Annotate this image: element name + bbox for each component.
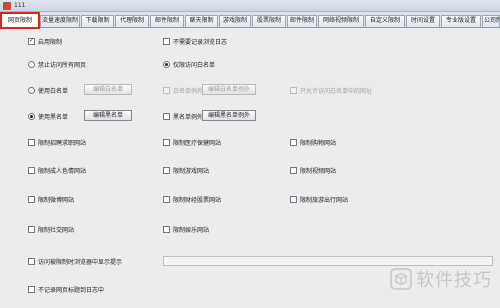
category-label: 限制招聘求职网站 — [38, 139, 87, 147]
tab-mail-limit-2[interactable]: 邮件限制 — [287, 15, 317, 27]
tab-time-settings[interactable]: 时间设置 — [406, 15, 440, 27]
category-item[interactable]: 限制医疗保健网站 — [163, 137, 221, 147]
checkbox[interactable] — [163, 37, 170, 45]
checkbox[interactable] — [28, 166, 35, 174]
use-whitelist-label: 使用白名单 — [38, 87, 69, 95]
edit-blacklist-exception-button[interactable]: 编辑黑名单例外 — [202, 110, 256, 121]
checkbox[interactable] — [290, 166, 297, 174]
checkbox[interactable] — [163, 86, 170, 94]
app-icon — [3, 2, 11, 10]
checkbox[interactable] — [28, 257, 35, 265]
use-blacklist-option[interactable]: 使用黑名单 — [28, 111, 68, 121]
checkbox[interactable] — [28, 138, 35, 146]
block-all-label: 禁止访问所有网页 — [38, 61, 87, 69]
radio-button[interactable] — [28, 60, 35, 68]
checkbox[interactable] — [163, 166, 170, 174]
tab-chat-limit[interactable]: 聊天限制 — [185, 15, 218, 27]
checkbox[interactable] — [290, 195, 297, 203]
edit-blacklist-button[interactable]: 编辑黑名单 — [84, 110, 132, 121]
category-item[interactable]: 限制微博网站 — [28, 194, 74, 204]
tab-stock-limit[interactable]: 股票限制 — [252, 15, 286, 27]
whitelist-exception-label: 白名单例外 — [173, 87, 204, 95]
checkbox[interactable] — [163, 138, 170, 146]
enable-limit-label: 启用限制 — [38, 38, 63, 46]
radio-button-selected[interactable] — [163, 60, 170, 68]
checkbox[interactable] — [28, 225, 35, 233]
blacklist-exception-option[interactable]: 黑名单例外 — [163, 111, 203, 121]
category-item[interactable]: 限制娱乐网站 — [163, 224, 209, 234]
radio-button-selected[interactable] — [28, 112, 35, 120]
checkbox[interactable] — [163, 112, 170, 120]
checkbox[interactable] — [163, 195, 170, 203]
tab-proxy-limit[interactable]: 代理限制 — [115, 15, 149, 27]
show-notice-option[interactable]: 访问被限制时浏览器中显示提示 — [28, 256, 122, 266]
category-item[interactable]: 限制游戏网站 — [163, 165, 209, 175]
category-label: 限制财经股票网站 — [173, 196, 222, 204]
checkbox[interactable] — [28, 285, 35, 293]
category-label: 限制视频网站 — [300, 167, 337, 175]
tab-pro-settings[interactable]: 专业版设置 — [441, 15, 481, 27]
category-item[interactable]: 限制成人色情网站 — [28, 165, 86, 175]
checkbox[interactable] — [163, 225, 170, 233]
radio-button[interactable] — [28, 86, 35, 94]
category-label: 限制微博网站 — [38, 196, 75, 204]
category-label: 限制社交网站 — [38, 226, 75, 234]
no-log-label: 不需要记录浏览日志 — [173, 38, 228, 46]
category-label: 限制购物网站 — [300, 139, 337, 147]
tab-custom-limit[interactable]: 自定义限制 — [365, 15, 405, 27]
category-item[interactable]: 限制招聘求职网站 — [28, 137, 86, 147]
use-whitelist-option[interactable]: 使用白名单 — [28, 85, 68, 95]
blacklist-exception-label: 黑名单例外 — [173, 113, 204, 121]
watermark: 软件技巧 — [390, 266, 492, 292]
title-bar: 111 — [0, 0, 500, 12]
category-label: 限制成人色情网站 — [38, 167, 87, 175]
tab-policy-settings[interactable]: 公司制度本设置 — [482, 15, 500, 27]
show-notice-label: 访问被限制时浏览器中显示提示 — [38, 258, 123, 266]
allow-whitelist-only-label: 仅限访问白名单 — [173, 61, 216, 69]
category-item[interactable]: 限制购物网站 — [290, 137, 336, 147]
settings-panel: ✓ 启用限制 不需要记录浏览日志 禁止访问所有网页 仅限访问白名单 使用白名单 … — [0, 28, 500, 308]
tab-download-limit[interactable]: 下载限制 — [81, 15, 114, 27]
no-log-title-label: 不记录网页标题到日志中 — [38, 286, 105, 294]
whitelist-exception-option[interactable]: 白名单例外 — [163, 85, 203, 95]
box-logo-icon — [390, 268, 412, 290]
category-item[interactable]: 限制旅游出行网站 — [290, 194, 348, 204]
category-label: 限制医疗保健网站 — [173, 139, 222, 147]
checkbox[interactable] — [28, 195, 35, 203]
checkbox[interactable] — [290, 86, 297, 94]
block-all-option[interactable]: 禁止访问所有网页 — [28, 59, 86, 69]
category-item[interactable]: 限制社交网站 — [28, 224, 74, 234]
edit-whitelist-exception-button[interactable]: 编辑白名单例外 — [202, 84, 256, 95]
whitelist-only-label: 只允许访问白名单中的网址 — [300, 87, 373, 95]
no-log-title-option[interactable]: 不记录网页标题到日志中 — [28, 284, 104, 294]
notice-text-input[interactable] — [163, 256, 493, 266]
tab-strip: 网页限制 流量速度限制 下载限制 代理限制 邮件限制 聊天限制 游戏限制 股票限… — [0, 12, 500, 29]
whitelist-only-option[interactable]: 只允许访问白名单中的网址 — [290, 85, 372, 95]
checkbox[interactable] — [290, 138, 297, 146]
category-item[interactable]: 限制视频网站 — [290, 165, 336, 175]
category-label: 限制旅游出行网站 — [300, 196, 349, 204]
edit-whitelist-button[interactable]: 编辑白名单 — [84, 84, 132, 95]
tab-web-limit[interactable]: 网页限制 — [0, 12, 40, 29]
tab-video-limit[interactable]: 网络视频限制 — [318, 15, 364, 27]
window-title: 111 — [14, 2, 26, 9]
category-item[interactable]: 限制财经股票网站 — [163, 194, 221, 204]
tab-traffic-limit[interactable]: 流量速度限制 — [40, 15, 80, 27]
category-label: 限制游戏网站 — [173, 167, 210, 175]
checkbox-checked[interactable]: ✓ — [28, 37, 35, 45]
category-label: 限制娱乐网站 — [173, 226, 210, 234]
use-blacklist-label: 使用黑名单 — [38, 113, 69, 121]
enable-limit-option[interactable]: ✓ 启用限制 — [28, 36, 62, 46]
allow-whitelist-only-option[interactable]: 仅限访问白名单 — [163, 59, 215, 69]
tab-game-limit[interactable]: 游戏限制 — [219, 15, 251, 27]
tab-mail-limit[interactable]: 邮件限制 — [150, 15, 184, 27]
watermark-text: 软件技巧 — [416, 270, 492, 291]
no-log-option[interactable]: 不需要记录浏览日志 — [163, 36, 227, 46]
